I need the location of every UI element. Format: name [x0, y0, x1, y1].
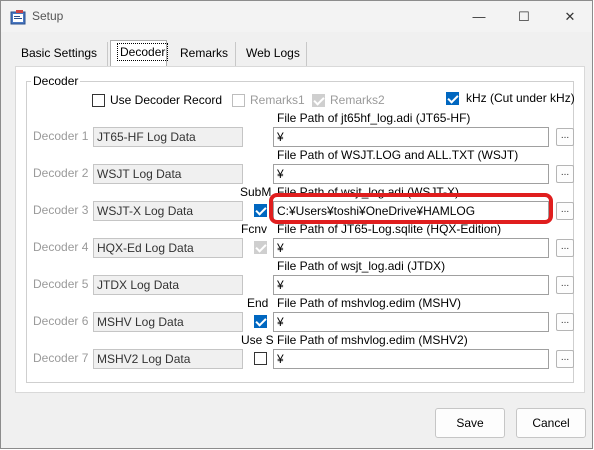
decoder-7-name-field: MSHV2 Log Data [93, 349, 243, 369]
decoder-7-label: Decoder 7 [33, 351, 89, 365]
remarks2-label: Remarks2 [330, 93, 385, 107]
tab-decoder[interactable]: Decoder [110, 40, 169, 67]
group-title: Decoder [31, 74, 81, 88]
cancel-button[interactable]: Cancel [516, 408, 586, 438]
decoder-7-option-checkbox[interactable] [254, 352, 267, 365]
decoder-2-path-input[interactable]: ¥ [273, 164, 549, 184]
decoder-6-path-label: File Path of mshvlog.edim (MSHV) [277, 296, 462, 310]
decoder-2-label: Decoder 2 [33, 166, 89, 180]
window-title: Setup [32, 9, 64, 23]
decoder-2-browse-button[interactable]: ... [556, 165, 574, 183]
remarks1-checkbox[interactable] [232, 94, 245, 107]
remarks2-checkbox[interactable] [312, 94, 325, 107]
remarks1-label: Remarks1 [250, 93, 305, 107]
decoder-7-path-label: File Path of mshvlog.edim (MSHV2) [277, 333, 468, 347]
setup-window: Setup — ☐ ✕ Basic Settings Decoder Remar… [0, 0, 593, 449]
save-button[interactable]: Save [435, 408, 505, 438]
decoder-3-option-checkbox[interactable] [254, 204, 267, 217]
decoder-4-browse-button[interactable]: ... [556, 239, 574, 257]
close-icon[interactable]: ✕ [547, 1, 593, 32]
decoder-3-path-input[interactable]: C:¥Users¥toshi¥OneDrive¥HAMLOG [273, 201, 549, 221]
use-decoder-record-label: Use Decoder Record [110, 93, 223, 107]
decoder-3-option-label: SubM [240, 185, 272, 199]
decoder-4-label: Decoder 4 [33, 240, 89, 254]
decoder-3-name-field: WSJT-X Log Data [93, 201, 243, 221]
khz-label: kHz (Cut under kHz) [466, 91, 575, 105]
decoder-5-name-field: JTDX Log Data [93, 275, 243, 295]
title-bar: Setup — ☐ ✕ [1, 1, 592, 32]
decoder-5-path-input[interactable]: ¥ [273, 275, 549, 295]
decoder-5-path-label: File Path of wsjt_log.adi (JTDX) [277, 259, 446, 273]
decoder-4-path-input[interactable]: ¥ [273, 238, 549, 258]
tab-web-logs[interactable]: Web Logs [240, 42, 307, 66]
decoder-4-path-label: File Path of JT65-Log.sqlite (HQX-Editio… [277, 222, 502, 236]
decoder-6-path-input[interactable]: ¥ [273, 312, 549, 332]
decoder-6-option-checkbox[interactable] [254, 315, 267, 328]
decoder-1-label: Decoder 1 [33, 129, 89, 143]
decoder-4-name-field: HQX-Ed Log Data [93, 238, 243, 258]
khz-checkbox[interactable] [446, 92, 459, 105]
decoder-4-option-checkbox[interactable] [254, 241, 267, 254]
decoder-5-browse-button[interactable]: ... [556, 276, 574, 294]
minimize-icon[interactable]: — [456, 1, 502, 32]
tab-remarks[interactable]: Remarks [174, 42, 236, 66]
decoder-2-path-label: File Path of WSJT.LOG and ALL.TXT (WSJT) [277, 148, 519, 162]
decoder-3-path-label: File Path of wsjt_log.adi (WSJT-X) [277, 185, 460, 199]
decoder-4-option-label: Fcnv [241, 222, 268, 236]
decoder-5-label: Decoder 5 [33, 277, 89, 291]
decoder-6-option-label: End [247, 296, 269, 310]
decoder-6-label: Decoder 6 [33, 314, 89, 328]
maximize-icon[interactable]: ☐ [501, 1, 547, 32]
decoder-1-path-input[interactable]: ¥ [273, 127, 549, 147]
decoder-3-browse-button[interactable]: ... [556, 202, 574, 220]
decoder-6-name-field: MSHV Log Data [93, 312, 243, 332]
use-decoder-record-checkbox[interactable] [92, 94, 105, 107]
decoder-1-browse-button[interactable]: ... [556, 128, 574, 146]
decoder-1-path-label: File Path of jt65hf_log.adi (JT65-HF) [277, 111, 471, 125]
tab-basic-settings[interactable]: Basic Settings [15, 42, 108, 66]
decoder-7-path-input[interactable]: ¥ [273, 349, 549, 369]
decoder-2-name-field: WSJT Log Data [93, 164, 243, 184]
decoder-1-name-field: JT65-HF Log Data [93, 127, 243, 147]
app-icon [10, 10, 26, 25]
decoder-7-browse-button[interactable]: ... [556, 350, 574, 368]
decoder-3-label: Decoder 3 [33, 203, 89, 217]
decoder-7-option-label: Use S [241, 333, 274, 347]
decoder-6-browse-button[interactable]: ... [556, 313, 574, 331]
